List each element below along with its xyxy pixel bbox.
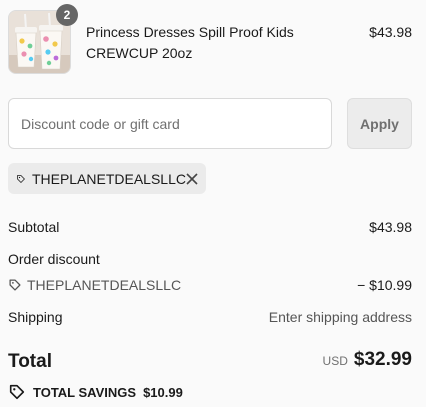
total-savings: TOTAL SAVINGS $10.99 xyxy=(8,383,183,401)
apply-button[interactable]: Apply xyxy=(347,98,412,149)
savings-value: $10.99 xyxy=(143,384,183,400)
discount-code-input[interactable] xyxy=(8,98,332,149)
line-item: 2 Princess Dresses Spill Proof Kids CREW… xyxy=(8,4,412,76)
total-amount: USD $32.99 xyxy=(323,349,412,371)
product-title: Princess Dresses Spill Proof Kids CREWCU… xyxy=(86,24,294,61)
applied-discount-chip: THEPLANETDEALSLLC xyxy=(8,163,206,194)
tag-icon xyxy=(17,174,25,183)
discount-code-cell: THEPLANETDEALSLLC xyxy=(8,276,181,294)
product-thumbnail: 2 xyxy=(8,4,78,74)
close-icon xyxy=(186,172,198,185)
discount-code-label: THEPLANETDEALSLLC xyxy=(27,277,182,293)
total-value: $32.99 xyxy=(353,349,412,370)
quantity-badge: 2 xyxy=(56,4,78,26)
currency-code: USD xyxy=(322,354,348,368)
product-price: $43.98 xyxy=(369,24,412,40)
total-row: Total USD $32.99 xyxy=(8,349,412,377)
shipping-value: Enter shipping address xyxy=(268,309,412,325)
discount-amount: − $10.99 xyxy=(357,277,412,293)
tag-icon xyxy=(9,279,21,291)
remove-discount-button[interactable] xyxy=(186,171,198,187)
order-discount-label: Order discount xyxy=(8,251,100,267)
savings-label: TOTAL SAVINGS xyxy=(33,384,137,400)
shipping-label: Shipping xyxy=(8,309,63,325)
savings-tag-icon xyxy=(9,384,25,400)
applied-discount-code: THEPLANETDEALSLLC xyxy=(31,170,186,187)
subtotal-value: $43.98 xyxy=(369,219,412,235)
subtotal-label: Subtotal xyxy=(8,219,60,235)
total-label: Total xyxy=(8,351,52,372)
order-summary: 2 Princess Dresses Spill Proof Kids CREW… xyxy=(0,0,426,407)
